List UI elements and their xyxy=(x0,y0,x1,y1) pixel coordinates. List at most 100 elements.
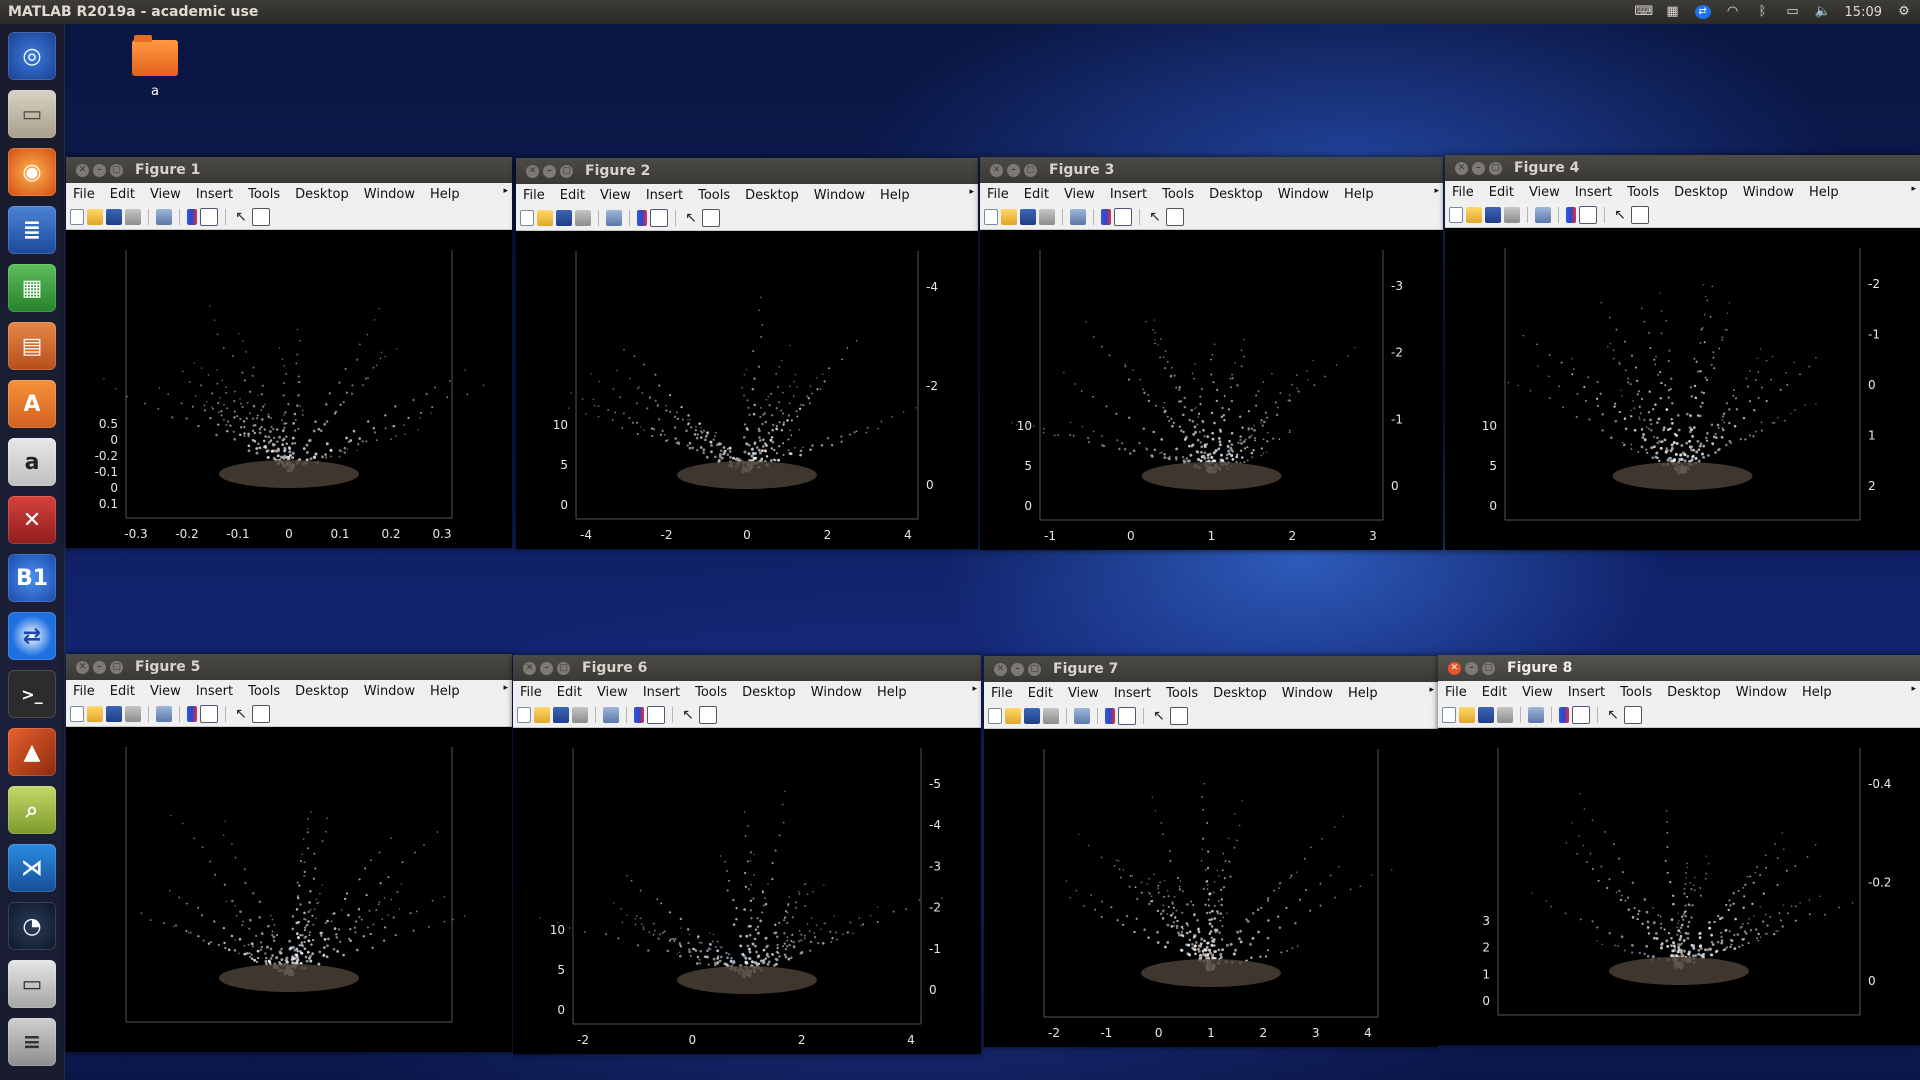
open-file-icon[interactable] xyxy=(1005,708,1021,724)
legend-icon[interactable] xyxy=(1118,707,1136,725)
property-editor-icon[interactable] xyxy=(252,208,270,226)
colorbar-icon[interactable] xyxy=(1101,209,1111,225)
ubuntu-dash-icon[interactable]: ◎ xyxy=(8,32,56,80)
figure-axes[interactable]: 3 2 1 0 -0.4 -0.2 0 xyxy=(1438,728,1920,1045)
menu-edit[interactable]: Edit xyxy=(103,187,143,202)
link-plot-icon[interactable] xyxy=(1070,209,1086,225)
figure-window-1[interactable]: ✕ – ▢ Figure 1 File Edit View Insert Tools Deskto… xyxy=(66,157,512,548)
legend-icon[interactable] xyxy=(650,209,668,227)
open-file-icon[interactable] xyxy=(1459,707,1475,723)
maximize-icon[interactable]: ▢ xyxy=(1489,161,1502,175)
print-icon[interactable] xyxy=(1043,708,1059,724)
colorbar-icon[interactable] xyxy=(637,210,647,226)
edit-plot-icon[interactable]: ↖ xyxy=(1612,207,1628,223)
print-icon[interactable] xyxy=(575,210,591,226)
new-figure-icon[interactable] xyxy=(1442,707,1456,723)
figure-window-7[interactable]: ✕ – ▢ Figure 7 File Edit View Insert Tools Deskto… xyxy=(984,656,1438,1047)
writer-icon[interactable]: ≣ xyxy=(8,206,56,254)
menu-overflow-icon[interactable]: ▸ xyxy=(969,187,974,197)
new-figure-icon[interactable] xyxy=(1449,207,1463,223)
legend-icon[interactable] xyxy=(647,706,665,724)
open-file-icon[interactable] xyxy=(537,210,553,226)
trash-icon[interactable]: ≡ xyxy=(8,1018,56,1066)
menu-window[interactable]: Window xyxy=(1275,686,1341,701)
figure-window-5[interactable]: ✕ – ▢ Figure 5 File Edit View Insert Tools Deskto… xyxy=(66,654,512,1052)
menu-help[interactable]: Help xyxy=(1802,185,1847,200)
property-editor-icon[interactable] xyxy=(252,705,270,723)
print-icon[interactable] xyxy=(125,209,141,225)
new-figure-icon[interactable] xyxy=(70,706,84,722)
menu-insert[interactable]: Insert xyxy=(1107,686,1159,701)
menu-window[interactable]: Window xyxy=(1729,685,1795,700)
figure-axes[interactable]: 10 5 0 -2 -1 0 1 2 xyxy=(1445,228,1920,550)
colorbar-icon[interactable] xyxy=(1566,207,1576,223)
menu-view[interactable]: View xyxy=(593,188,639,203)
menu-tools[interactable]: Tools xyxy=(241,684,288,699)
minimize-icon[interactable]: – xyxy=(540,661,553,675)
teamviewer-icon[interactable]: ⇄ xyxy=(8,612,56,660)
open-file-icon[interactable] xyxy=(1001,209,1017,225)
figure-axes[interactable]: -2 -1 0 1 2 3 4 xyxy=(984,729,1438,1047)
open-file-icon[interactable] xyxy=(534,707,550,723)
menu-overflow-icon[interactable]: ▸ xyxy=(1429,685,1434,695)
gear-icon[interactable]: ⚙ xyxy=(1896,5,1912,19)
menu-overflow-icon[interactable]: ▸ xyxy=(1434,186,1439,196)
menu-insert[interactable]: Insert xyxy=(189,187,241,202)
menu-insert[interactable]: Insert xyxy=(639,188,691,203)
minimize-icon[interactable]: – xyxy=(1011,662,1024,676)
figure-titlebar[interactable]: ✕ – ▢ Figure 2 xyxy=(516,158,978,184)
figure-titlebar[interactable]: ✕ – ▢ Figure 5 xyxy=(66,654,512,680)
new-figure-icon[interactable] xyxy=(517,707,531,723)
menu-desktop[interactable]: Desktop xyxy=(288,684,357,699)
menu-insert[interactable]: Insert xyxy=(189,684,241,699)
minimize-icon[interactable]: – xyxy=(1007,163,1020,177)
figure-titlebar[interactable]: ✕ – ▢ Figure 3 xyxy=(980,157,1443,183)
menu-window[interactable]: Window xyxy=(357,187,423,202)
link-plot-icon[interactable] xyxy=(1074,708,1090,724)
menu-edit[interactable]: Edit xyxy=(550,685,590,700)
minimize-icon[interactable]: – xyxy=(543,164,556,178)
terminal-icon[interactable]: >_ xyxy=(8,670,56,718)
edit-plot-icon[interactable]: ↖ xyxy=(1605,707,1621,723)
system-settings-icon[interactable]: ✕ xyxy=(8,496,56,544)
menu-overflow-icon[interactable]: ▸ xyxy=(1911,684,1916,694)
colorbar-icon[interactable] xyxy=(187,209,197,225)
edit-plot-icon[interactable]: ↖ xyxy=(683,210,699,226)
amazon-icon[interactable]: a xyxy=(8,438,56,486)
figure-axes[interactable] xyxy=(66,727,512,1052)
menu-edit[interactable]: Edit xyxy=(1482,185,1522,200)
wifi-icon[interactable]: ◠ xyxy=(1725,5,1741,19)
figure-axes[interactable]: -1 0 1 2 3 10 5 0 -3 -2 -1 0 xyxy=(980,230,1443,550)
menu-window[interactable]: Window xyxy=(357,684,423,699)
figure-axes[interactable]: -0.3 -0.2 -0.1 0 0.1 0.2 0.3 0.5 0 -0.2 -0.1 0 0.1 xyxy=(66,230,512,548)
disk-usage-icon[interactable]: ◔ xyxy=(8,902,56,950)
menu-overflow-icon[interactable]: ▸ xyxy=(972,684,977,694)
minimize-icon[interactable]: – xyxy=(93,163,106,177)
menu-insert[interactable]: Insert xyxy=(1561,685,1613,700)
menu-file[interactable]: File xyxy=(66,684,103,699)
figure-axes[interactable]: -4 -2 0 2 4 10 5 0 -4 -2 0 xyxy=(516,231,978,549)
link-plot-icon[interactable] xyxy=(156,706,172,722)
close-icon[interactable]: ✕ xyxy=(994,662,1007,676)
menu-edit[interactable]: Edit xyxy=(1017,187,1057,202)
menu-help[interactable]: Help xyxy=(1337,187,1382,202)
vscode-icon[interactable]: ⋊ xyxy=(8,844,56,892)
maximize-icon[interactable]: ▢ xyxy=(560,164,573,178)
menu-view[interactable]: View xyxy=(1061,686,1107,701)
menu-insert[interactable]: Insert xyxy=(636,685,688,700)
menu-desktop[interactable]: Desktop xyxy=(1667,185,1736,200)
print-icon[interactable] xyxy=(1039,209,1055,225)
open-file-icon[interactable] xyxy=(87,209,103,225)
keyboard-icon[interactable]: ⌨ xyxy=(1635,5,1654,19)
figure-window-8[interactable]: ✕ – ▢ Figure 8 File Edit View Insert Tools Deskto… xyxy=(1438,655,1920,1045)
menu-desktop[interactable]: Desktop xyxy=(1206,686,1275,701)
property-editor-icon[interactable] xyxy=(702,209,720,227)
image-viewer-icon[interactable]: ⌕ xyxy=(8,786,56,834)
menu-view[interactable]: View xyxy=(143,187,189,202)
close-icon[interactable]: ✕ xyxy=(1455,161,1468,175)
save-icon[interactable] xyxy=(1485,207,1501,223)
figure-window-3[interactable]: ✕ – ▢ Figure 3 File Edit View Insert Tools Deskto… xyxy=(980,157,1443,550)
menu-view[interactable]: View xyxy=(1515,685,1561,700)
menu-overflow-icon[interactable]: ▸ xyxy=(503,683,508,693)
menu-file[interactable]: File xyxy=(513,685,550,700)
